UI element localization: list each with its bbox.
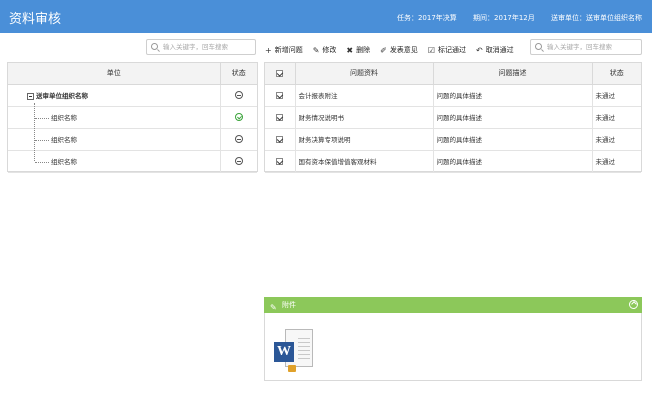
search-icon [535, 43, 542, 50]
tree-branch-line [35, 117, 49, 119]
issue-toolbar: + 新增问题 ✎ 修改 ✖ 删除 ✐ 发表意见 ☑ 标记通过 ↶ 取消通过 [265, 44, 514, 56]
comment-button[interactable]: ✐ 发表意见 [380, 44, 418, 56]
right-search-input[interactable]: 输入关键字，回车搜索 [530, 39, 642, 55]
task-label: 任务：2017年决算 [396, 14, 457, 22]
mark-pass-label: 标记通过 [437, 46, 466, 54]
tree-child-label: 组织名称 [51, 136, 77, 144]
issue-material: 会计报表附注 [295, 84, 434, 107]
status-pending-icon [234, 157, 243, 165]
issue-description: 问题的具体描述 [433, 150, 593, 173]
unit-tree-table: 单位 状态 送审单位组织名称 组织名称 组织名称 组织名称 [8, 63, 257, 173]
issue-row[interactable]: 国有资本保值增值客观材料 问题的具体描述 未通过 [265, 150, 641, 173]
issue-table: 问题资料 问题描述 状态 会计报表附注 问题的具体描述 未通过 财务情况说明书 … [265, 63, 641, 173]
row-checkbox[interactable] [276, 91, 284, 99]
status-pending-icon [234, 135, 243, 143]
word-document-icon[interactable]: W [274, 329, 314, 373]
issue-material: 财务情况说明书 [295, 106, 434, 129]
status-ok-icon [234, 113, 243, 121]
delete-button[interactable]: ✖ 删除 [346, 44, 370, 56]
row-checkbox[interactable] [276, 157, 284, 165]
cancel-pass-label: 取消通过 [485, 46, 514, 54]
issue-description: 问题的具体描述 [433, 84, 593, 107]
issue-row[interactable]: 会计报表附注 问题的具体描述 未通过 [265, 84, 641, 107]
delete-icon: ✖ [346, 45, 354, 55]
top-header: 资料审核 任务：2017年决算 期间：2017年12月 送审单位：送审单位组织名… [0, 0, 652, 33]
status-column-header: 状态 [220, 63, 257, 85]
issue-status: 未通过 [592, 150, 641, 173]
tree-branch-line [35, 161, 49, 163]
issue-status: 未通过 [592, 128, 641, 151]
undo-icon: ↶ [475, 45, 483, 55]
unit-column-header: 单位 [8, 63, 221, 85]
tree-child-label: 组织名称 [51, 158, 77, 166]
tree-root-row[interactable]: 送审单位组织名称 [8, 84, 257, 107]
tree-child-row[interactable]: 组织名称 [8, 128, 257, 151]
add-issue-label: 新增问题 [274, 46, 303, 54]
comment-label: 发表意见 [389, 46, 418, 54]
issue-row[interactable]: 财务情况说明书 问题的具体描述 未通过 [265, 106, 641, 129]
plus-icon: + [265, 45, 272, 55]
right-search-placeholder: 输入关键字，回车搜索 [547, 43, 612, 51]
header-meta: 任务：2017年决算 期间：2017年12月 送审单位：送审单位组织名称 [383, 13, 642, 23]
comment-icon: ✐ [380, 45, 387, 55]
submit-unit-label: 送审单位：送审单位组织名称 [551, 14, 642, 22]
attachment-header: ✎ 附件 [264, 297, 642, 313]
issue-description: 问题的具体描述 [433, 128, 593, 151]
description-column-header: 问题描述 [433, 63, 593, 85]
issue-row[interactable]: 财务决算专项说明 问题的具体描述 未通过 [265, 128, 641, 151]
material-column-header: 问题资料 [295, 63, 434, 85]
left-search-placeholder: 输入关键字，回车搜索 [163, 43, 228, 51]
select-all-checkbox[interactable] [276, 69, 284, 77]
tree-child-row[interactable]: 组织名称 [8, 106, 257, 129]
row-checkbox[interactable] [276, 113, 284, 121]
word-badge: W [274, 342, 294, 362]
edit-label: 修改 [322, 46, 337, 54]
cancel-pass-button[interactable]: ↶ 取消通过 [476, 44, 514, 56]
issue-status-column-header: 状态 [592, 63, 641, 85]
pencil-icon: ✎ [312, 45, 320, 55]
period-label: 期间：2017年12月 [473, 14, 535, 22]
tree-root-label: 送审单位组织名称 [36, 92, 88, 100]
delete-label: 删除 [356, 46, 371, 54]
issue-panel: 问题资料 问题描述 状态 会计报表附注 问题的具体描述 未通过 财务情况说明书 … [264, 62, 642, 173]
issue-status: 未通过 [592, 84, 641, 107]
mark-pass-button[interactable]: ☑ 标记通过 [428, 44, 466, 56]
page-title: 资料审核 [9, 12, 62, 27]
add-issue-button[interactable]: + 新增问题 [265, 44, 303, 56]
status-pending-icon [234, 91, 243, 99]
tree-guide-line [34, 103, 35, 161]
checkbox-icon: ☑ [427, 45, 435, 55]
left-search-input[interactable]: 输入关键字，回车搜索 [146, 39, 256, 55]
search-icon [151, 43, 158, 50]
unit-tree-panel: 单位 状态 送审单位组织名称 组织名称 组织名称 组织名称 [7, 62, 258, 173]
issue-status: 未通过 [592, 106, 641, 129]
tree-branch-line [35, 139, 49, 141]
row-checkbox[interactable] [276, 135, 284, 143]
attachment-area: W [264, 313, 642, 381]
collapse-up-icon[interactable] [629, 300, 638, 309]
issue-material: 国有资本保值增值客观材料 [295, 150, 434, 173]
collapse-toggle-icon[interactable] [27, 92, 34, 100]
attachment-title: 附件 [282, 301, 296, 309]
tree-child-label: 组织名称 [51, 114, 77, 122]
issue-material: 财务决算专项说明 [295, 128, 434, 151]
issue-description: 问题的具体描述 [433, 106, 593, 129]
edit-button[interactable]: ✎ 修改 [313, 44, 337, 56]
lock-icon [288, 365, 296, 372]
tree-child-row[interactable]: 组织名称 [8, 150, 257, 173]
